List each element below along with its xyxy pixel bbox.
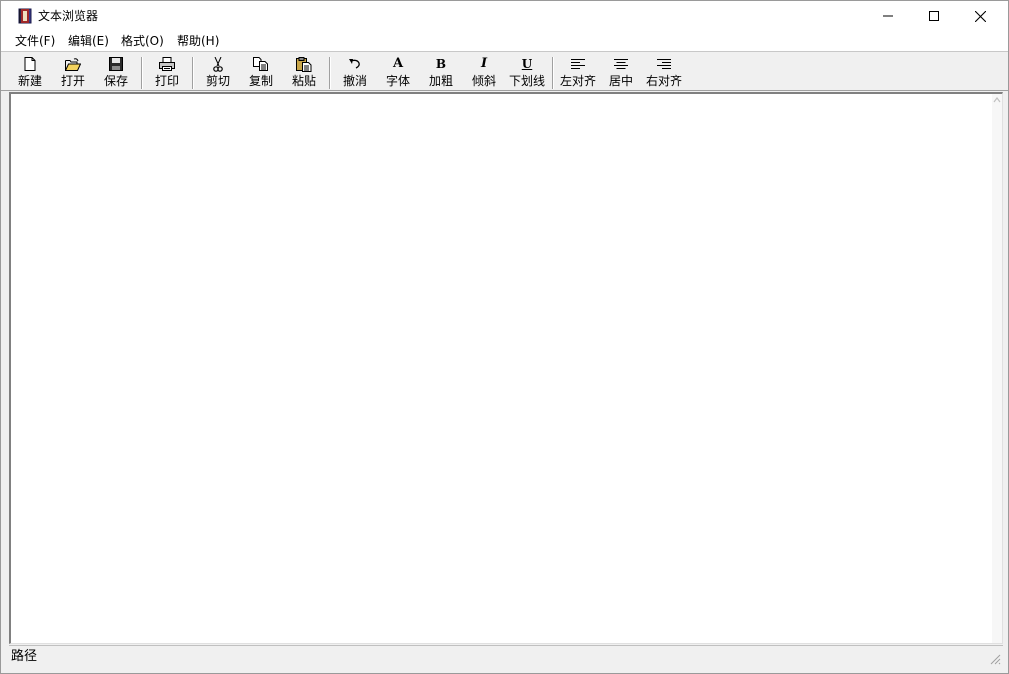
- title-bar[interactable]: 文本浏览器: [1, 1, 1008, 31]
- bold-button[interactable]: B 加粗: [426, 56, 456, 90]
- align-center-icon: [614, 58, 628, 69]
- bold-label: 加粗: [428, 74, 453, 88]
- toolbar-separator: [329, 57, 331, 89]
- font-label: 字体: [385, 74, 410, 88]
- save-button[interactable]: 保存: [101, 56, 131, 90]
- menu-bar: 文件(F) 编辑(E) 格式(O) 帮助(H): [1, 31, 1008, 51]
- app-window: 文本浏览器 文件(F) 编辑(E) 格式(O) 帮助(H) 新建 打开 保存 打…: [0, 0, 1009, 674]
- maximize-icon: [929, 11, 939, 21]
- save-disk-icon: [109, 57, 123, 71]
- resize-grip-icon[interactable]: [989, 653, 1001, 665]
- menu-file[interactable]: 文件(F): [15, 33, 55, 49]
- underline-label: 下划线: [508, 74, 545, 88]
- bold-icon: B: [435, 57, 447, 71]
- scroll-up-icon[interactable]: [993, 96, 1001, 104]
- copy-label: 复制: [248, 74, 273, 88]
- open-button[interactable]: 打开: [58, 56, 88, 90]
- underline-icon: U: [521, 57, 533, 71]
- font-icon: A: [392, 56, 404, 71]
- font-button[interactable]: A 字体: [383, 56, 413, 90]
- open-label: 打开: [60, 74, 85, 88]
- copy-button[interactable]: 复制: [246, 56, 276, 90]
- align-left-button[interactable]: 左对齐: [558, 56, 598, 90]
- vertical-scrollbar[interactable]: [992, 94, 1002, 643]
- italic-button[interactable]: I 倾斜: [469, 56, 499, 90]
- align-right-button[interactable]: 右对齐: [644, 56, 684, 90]
- window-title: 文本浏览器: [38, 9, 99, 23]
- close-icon: [974, 10, 986, 22]
- open-folder-icon: [65, 57, 81, 71]
- cut-button[interactable]: 剪切: [203, 56, 233, 90]
- italic-icon: I: [480, 56, 488, 71]
- new-file-icon: [24, 57, 36, 71]
- paste-button[interactable]: 粘贴: [289, 56, 319, 90]
- book-icon: [18, 8, 32, 24]
- toolbar-separator: [552, 57, 554, 89]
- path-label: 路径: [11, 649, 38, 664]
- new-button[interactable]: 新建: [15, 56, 45, 90]
- scissors-icon: [213, 56, 223, 72]
- undo-icon: [349, 59, 360, 69]
- undo-label: 撤消: [342, 74, 367, 88]
- align-center-button[interactable]: 居中: [606, 56, 636, 90]
- save-label: 保存: [103, 74, 128, 88]
- italic-label: 倾斜: [471, 74, 496, 88]
- toolbar: 新建 打开 保存 打印 剪切 复制 粘贴 撤消 A 字体 B 加粗 I 倾斜 U…: [1, 51, 1008, 91]
- underline-button[interactable]: U 下划线: [507, 56, 547, 90]
- print-label: 打印: [154, 74, 179, 88]
- menu-edit[interactable]: 编辑(E): [68, 33, 109, 49]
- align-left-label: 左对齐: [559, 74, 596, 88]
- cut-label: 剪切: [205, 74, 230, 88]
- close-button[interactable]: [957, 1, 1003, 31]
- toolbar-separator: [141, 57, 143, 89]
- print-button[interactable]: 打印: [152, 56, 182, 90]
- toolbar-separator: [192, 57, 194, 89]
- undo-button[interactable]: 撤消: [340, 56, 370, 90]
- status-bar: 路径: [9, 645, 1003, 667]
- paste-label: 粘贴: [291, 74, 316, 88]
- paste-icon: [296, 56, 312, 72]
- menu-format[interactable]: 格式(O): [121, 33, 164, 49]
- align-left-icon: [571, 58, 585, 69]
- copy-icon: [253, 57, 268, 71]
- minimize-icon: [883, 15, 893, 17]
- printer-icon: [159, 57, 175, 71]
- text-editor[interactable]: [9, 92, 1003, 644]
- maximize-button[interactable]: [911, 1, 957, 31]
- align-right-icon: [657, 58, 671, 69]
- align-center-label: 居中: [608, 74, 633, 88]
- menu-help[interactable]: 帮助(H): [177, 33, 219, 49]
- minimize-button[interactable]: [865, 1, 911, 31]
- new-label: 新建: [17, 74, 42, 88]
- align-right-label: 右对齐: [645, 74, 682, 88]
